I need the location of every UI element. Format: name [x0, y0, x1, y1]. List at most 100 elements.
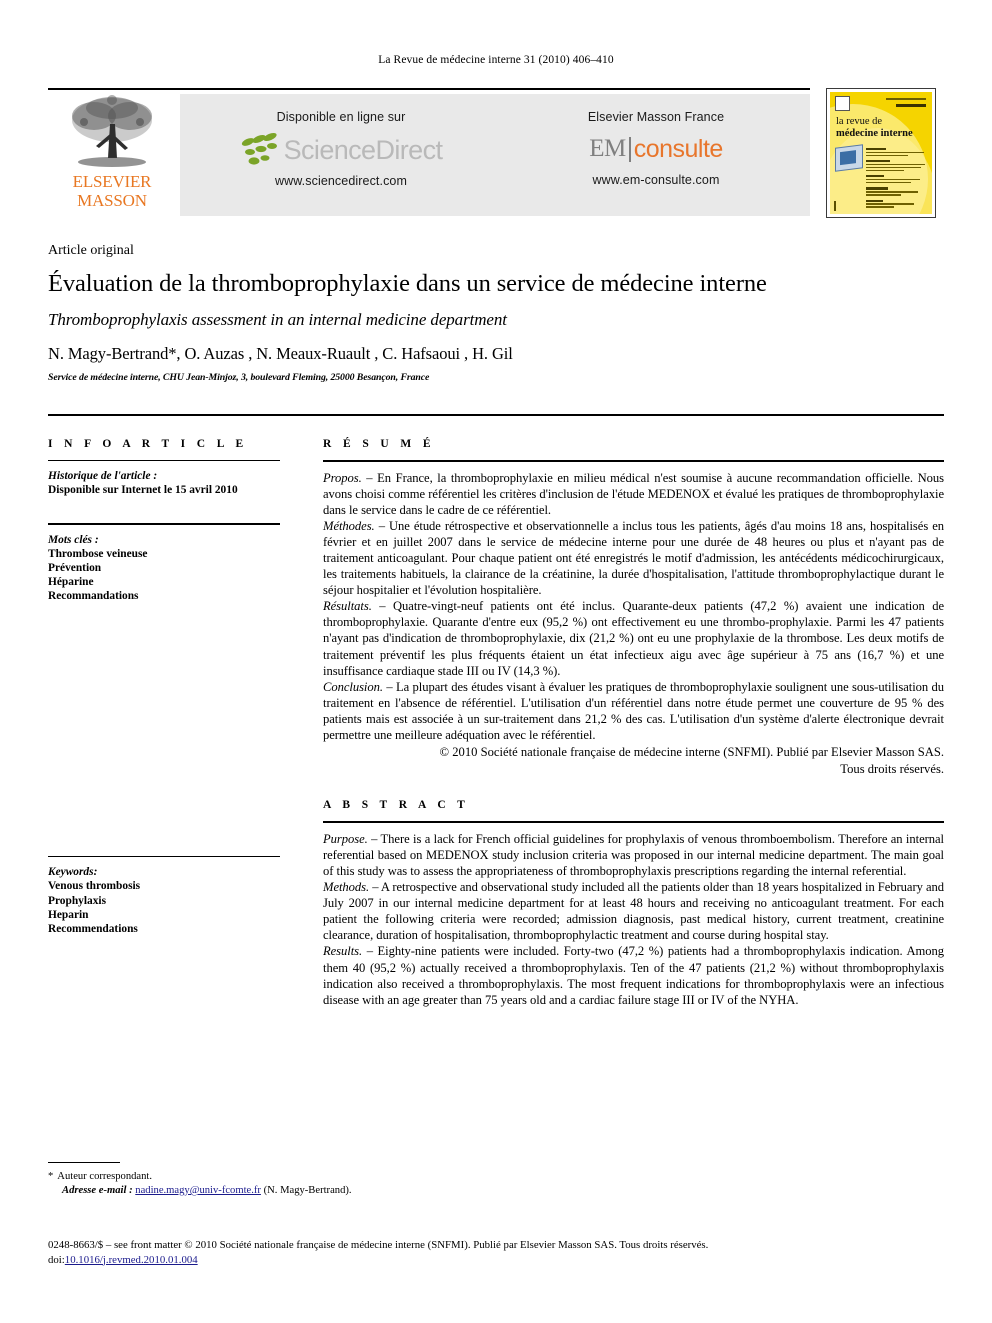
abstract-dash: – — [369, 880, 381, 895]
resume-lead-label: Résultats. — [323, 599, 372, 614]
abstract-paragraph: Results. – Eighty-nine patients were inc… — [323, 943, 944, 1007]
resume-rule — [323, 460, 944, 462]
running-head: La Revue de médecine interne 31 (2010) 4… — [378, 54, 614, 66]
abstract-lead-label: Results. — [323, 944, 363, 959]
issn-copyright-line: 0248-8663/$ – see front matter © 2010 So… — [48, 1239, 709, 1251]
corresponding-author-note: * Auteur correspondant. — [48, 1170, 648, 1184]
keyword-item: Thrombose veineuse — [48, 547, 148, 560]
article-page: La Revue de médecine interne 31 (2010) 4… — [0, 0, 992, 1323]
journal-cover-thumbnail: la revue de médecine interne — [826, 88, 936, 218]
abstract-rule — [323, 821, 944, 823]
keywords-fr-rule — [48, 523, 280, 525]
cover-footer-mark — [834, 201, 836, 211]
emconsulte-caption: Elsevier Masson France — [587, 110, 725, 124]
email-label: Adresse e-mail : — [62, 1185, 133, 1196]
keyword-item: Venous thrombosis — [48, 880, 141, 893]
keyword-item: Recommandations — [48, 590, 139, 603]
keyword-item: Heparin — [48, 908, 89, 921]
sciencedirect-caption: Disponible en ligne sur — [276, 110, 406, 124]
page-subtitle-english: Thromboprophylaxis assessment in an inte… — [48, 310, 507, 329]
keywords-en-rule — [48, 856, 280, 858]
keywords-fr-list: Thrombose veineuse Prévention Héparine R… — [48, 547, 280, 604]
page-title: Évaluation de la thromboprophylaxie dans… — [48, 270, 767, 297]
resume-body: Quatre-vingt-neuf patients ont été inclu… — [323, 599, 944, 678]
sciencedirect-leaf-icon — [241, 133, 277, 165]
journal-cover-title-line2: médecine interne — [836, 127, 913, 139]
cover-elsevier-mark — [835, 96, 850, 111]
copyright-line-1: © 2010 Société nationale française de mé… — [439, 745, 944, 760]
abstract-paragraph: Purpose. – There is a lack for French of… — [323, 831, 944, 879]
footnote-rule — [48, 1162, 120, 1164]
history-value: Disponible sur Internet le 15 avril 2010 — [48, 484, 238, 497]
keyword-item: Héparine — [48, 576, 94, 588]
info-article-heading: I N F O A R T I C L E — [48, 438, 248, 450]
emconsulte-divider — [628, 136, 631, 162]
footnote-star-marker: * — [48, 1171, 54, 1182]
resume-paragraph: Méthodes. – Une étude rétrospective et o… — [323, 518, 944, 598]
email-link[interactable]: nadine.magy@univ-fcomte.fr — [135, 1185, 261, 1196]
abstract-lead-label: Purpose. — [323, 831, 368, 846]
doi-label: doi: — [48, 1253, 65, 1266]
abstract-dash: – — [367, 831, 381, 846]
keywords-en-column: Keywords: Venous thrombosis Prophylaxis … — [48, 856, 280, 936]
doi-line: doi:10.1016/j.revmed.2010.01.004 — [48, 1253, 944, 1268]
abstract-paragraph: Methods. – A retrospective and observati… — [323, 879, 944, 943]
cover-topbar-2 — [896, 104, 926, 107]
resume-dash: – — [361, 470, 378, 485]
banner-gray-box: Disponible en ligne sur ScienceDirect ww… — [180, 94, 810, 216]
resume-dash: – — [382, 679, 396, 694]
resume-lead-label: Conclusion. — [323, 679, 383, 694]
history-label: Historique de l'article : — [48, 470, 158, 483]
sciencedirect-url[interactable]: www.sciencedirect.com — [180, 174, 502, 188]
abstract-dash: – — [362, 944, 378, 959]
resume-paragraph: Conclusion. – La plupart des études visa… — [323, 679, 944, 743]
title-bottom-rule — [48, 414, 944, 416]
cover-toc-lines — [866, 144, 926, 208]
resume-lead-label: Méthodes. — [323, 518, 375, 533]
elsevier-wordmark-line2: MASSON — [77, 190, 147, 210]
resume-body: La plupart des études visant à évaluer l… — [323, 679, 944, 742]
journal-cover-title-line1: la revue de — [836, 116, 883, 127]
keyword-item: Recommendations — [48, 922, 138, 935]
elsevier-wordmark-line1: ELSEVIER — [72, 172, 152, 191]
resume-lead-label: Propos. — [323, 470, 362, 485]
abstract-heading: A B S T R A C T — [323, 799, 470, 812]
resume-body: Une étude rétrospective et observationne… — [323, 518, 944, 598]
masthead-top-rule — [48, 88, 810, 90]
footnote-block: * Auteur correspondant. Adresse e-mail : … — [48, 1170, 648, 1198]
emconsulte-wordmark-consulte: consulte — [633, 134, 724, 163]
keywords-en-label: Keywords: — [48, 866, 98, 879]
keywords-en-list: Venous thrombosis Prophylaxis Heparin Re… — [48, 879, 280, 936]
footer-block: 0248-8663/$ – see front matter © 2010 So… — [48, 1238, 944, 1267]
email-owner: (N. Magy-Bertrand). — [263, 1185, 352, 1196]
abstract-lead-label: Methods. — [323, 880, 370, 895]
journal-cover-title: la revue de médecine interne — [836, 116, 913, 139]
abstract-body: Eighty-nine patients were included. Fort… — [323, 944, 944, 1007]
cover-topbar-1 — [886, 98, 926, 100]
resume-paragraph: Propos. – En France, la thromboprophylax… — [323, 470, 944, 518]
keyword-item: Prévention — [48, 561, 102, 574]
resume-dash: – — [374, 518, 389, 533]
affiliation: Service de médecine interne, CHU Jean-Mi… — [48, 372, 430, 383]
corresponding-author-text: Auteur correspondant. — [57, 1171, 153, 1182]
sciencedirect-wordmark: ScienceDirect — [283, 134, 443, 165]
author-list: N. Magy-Bertrand*, O. Auzas , N. Meaux-R… — [48, 344, 513, 363]
copyright-line-2: Tous droits réservés. — [840, 762, 944, 777]
keywords-fr-label: Mots clés : — [48, 533, 99, 546]
cover-graphic-icon — [835, 144, 863, 172]
emconsulte-logo: EM consulte — [502, 128, 810, 170]
journal-cover-inner: la revue de médecine interne — [830, 92, 932, 214]
info-article-rule — [48, 460, 280, 462]
doi-link[interactable]: 10.1016/j.revmed.2010.01.004 — [65, 1254, 198, 1266]
abstract-body: A retrospective and observational study … — [323, 880, 945, 943]
abstract-column: R É S U M É Propos. – En France, la thro… — [323, 438, 944, 1008]
resume-dash: – — [371, 599, 394, 614]
emconsulte-url[interactable]: www.em-consulte.com — [502, 173, 810, 187]
abstract-body: There is a lack for French official guid… — [323, 831, 944, 878]
resume-body: En France, la thromboprophylaxie en mili… — [323, 470, 944, 517]
sciencedirect-block[interactable]: Disponible en ligne sur ScienceDirect ww… — [180, 110, 502, 188]
elsevier-tree-icon — [72, 95, 152, 167]
resume-heading: R É S U M É — [323, 438, 435, 450]
title-block: Article original Évaluation de la thromb… — [48, 243, 944, 383]
emconsulte-block[interactable]: Elsevier Masson France EM consulte www.e… — [502, 110, 810, 187]
